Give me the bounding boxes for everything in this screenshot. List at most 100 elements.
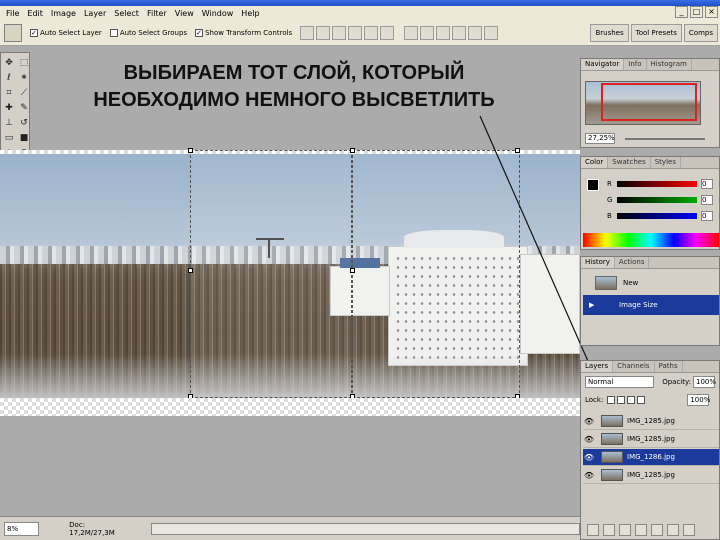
tab-histogram[interactable]: Histogram [647,59,692,70]
color-spectrum[interactable] [583,233,719,247]
new-group-icon[interactable] [651,524,663,536]
lock-position-icon[interactable] [627,396,636,404]
menu-file[interactable]: File [2,9,23,18]
lock-all-icon[interactable] [637,396,646,404]
tab-channels[interactable]: Channels [613,361,655,372]
brush-tool-icon[interactable]: ✎ [17,101,31,115]
adjustment-layer-icon[interactable] [635,524,647,536]
history-brush-icon[interactable]: ↺ [17,116,31,130]
distribute-bottom-icon[interactable] [436,25,451,40]
layer-mask-icon[interactable] [619,524,631,536]
auto-select-groups-option[interactable]: Auto Select Groups [109,28,187,37]
opacity-field[interactable]: 100% [693,376,716,388]
distribute-middle-icon[interactable] [420,25,435,40]
align-middle-icon[interactable] [316,25,331,40]
align-bottom-icon[interactable] [332,25,347,40]
red-value[interactable]: 0 [701,179,713,189]
navigator-panel: Navigator Info Histogram 27,25% [580,58,720,148]
minimize-icon[interactable]: _ [675,6,688,18]
move-tool-icon[interactable]: ✥ [2,56,16,70]
eye-icon[interactable]: 👁 [583,471,595,480]
eye-icon[interactable]: 👁 [583,417,595,426]
navigator-view-box[interactable] [601,83,697,121]
tab-navigator[interactable]: Navigator [581,59,625,70]
align-left-icon[interactable] [348,25,363,40]
tool-preset-picker[interactable] [4,23,22,42]
align-top-icon[interactable] [300,25,315,40]
auto-select-layer-option[interactable]: ✓ Auto Select Layer [30,28,102,37]
lasso-tool-icon[interactable]: ℓ [2,71,16,85]
layer-row[interactable]: 👁 IMG_1285.jpg [583,431,719,448]
align-right-icon[interactable] [380,25,395,40]
eraser-tool-icon[interactable]: ▭ [2,131,16,145]
color-foreground-swatch[interactable] [587,179,599,191]
transform-handle[interactable] [350,148,355,153]
status-zoom[interactable]: 8% [4,521,40,536]
red-slider[interactable] [617,181,697,187]
tab-swatches[interactable]: Swatches [608,157,651,168]
fill-field[interactable]: 100% [687,394,710,406]
tab-paths[interactable]: Paths [655,361,683,372]
tab-layers[interactable]: Layers [581,361,614,372]
menu-edit[interactable]: Edit [23,9,47,18]
close-icon[interactable]: × [705,6,718,18]
show-transform-controls-checkbox[interactable]: ✓ [195,28,204,37]
green-slider[interactable] [617,197,697,203]
well-tab-tool-presets[interactable]: Tool Presets [630,24,682,42]
link-layers-icon[interactable] [587,524,599,536]
layer-row[interactable]: 👁 IMG_1285.jpg [583,413,719,430]
marquee-tool-icon[interactable]: ⬚ [17,56,31,70]
menu-help[interactable]: Help [237,9,263,18]
healing-brush-icon[interactable]: ✚ [2,101,16,115]
auto-select-groups-checkbox[interactable] [109,28,118,37]
history-item[interactable]: ▶ Image Size [583,295,719,315]
new-layer-icon[interactable] [667,524,679,536]
clone-stamp-icon[interactable]: ⊥ [2,116,16,130]
show-transform-controls-option[interactable]: ✓ Show Transform Controls [195,28,292,37]
navigator-zoom-slider[interactable] [625,138,705,140]
blue-value[interactable]: 0 [701,211,713,221]
transform-handle[interactable] [350,268,355,273]
well-tab-brushes[interactable]: Brushes [590,24,629,42]
menu-filter[interactable]: Filter [143,9,171,18]
menu-select[interactable]: Select [110,9,143,18]
distribute-top-icon[interactable] [404,25,419,40]
magic-wand-tool-icon[interactable]: ✶ [17,71,31,85]
distribute-left-icon[interactable] [452,25,467,40]
align-center-icon[interactable] [364,25,379,40]
gradient-tool-icon[interactable]: ■ [17,131,31,145]
menu-view[interactable]: View [171,9,198,18]
slice-tool-icon[interactable]: ⟋ [17,86,31,100]
menu-window[interactable]: Window [198,9,238,18]
layer-row[interactable]: 👁 IMG_1285.jpg [583,467,719,484]
blend-mode-select[interactable]: Normal [585,376,655,388]
history-item[interactable]: New [583,273,719,293]
eye-icon[interactable]: 👁 [583,435,595,444]
maximize-icon[interactable]: □ [690,6,703,18]
blue-slider[interactable] [617,213,697,219]
green-value[interactable]: 0 [701,195,713,205]
menu-image[interactable]: Image [47,9,80,18]
layer-style-icon[interactable] [603,524,615,536]
auto-select-layer-checkbox[interactable]: ✓ [30,28,38,37]
eye-icon[interactable]: 👁 [583,453,595,462]
tab-color[interactable]: Color [581,157,609,168]
tab-history[interactable]: History [581,257,615,268]
tab-styles[interactable]: Styles [651,157,681,168]
well-tab-comps[interactable]: Comps [683,24,718,42]
trash-icon[interactable] [683,524,695,536]
distribute-center-icon[interactable] [468,25,483,40]
transform-handle[interactable] [515,148,520,153]
navigator-zoom-field[interactable]: 27,25% [585,133,615,144]
horizontal-scrollbar[interactable] [151,522,580,535]
tab-info[interactable]: Info [624,59,647,70]
layer-row-selected[interactable]: 👁 IMG_1286.jpg [583,449,719,466]
menu-layer[interactable]: Layer [80,9,110,18]
lock-transparency-icon[interactable] [607,396,616,404]
transform-handle[interactable] [188,148,193,153]
crop-tool-icon[interactable]: ⌗ [2,86,16,100]
distribute-right-icon[interactable] [484,25,499,40]
tab-actions[interactable]: Actions [615,257,650,268]
transform-handle[interactable] [188,268,193,273]
lock-pixels-icon[interactable] [617,396,626,404]
